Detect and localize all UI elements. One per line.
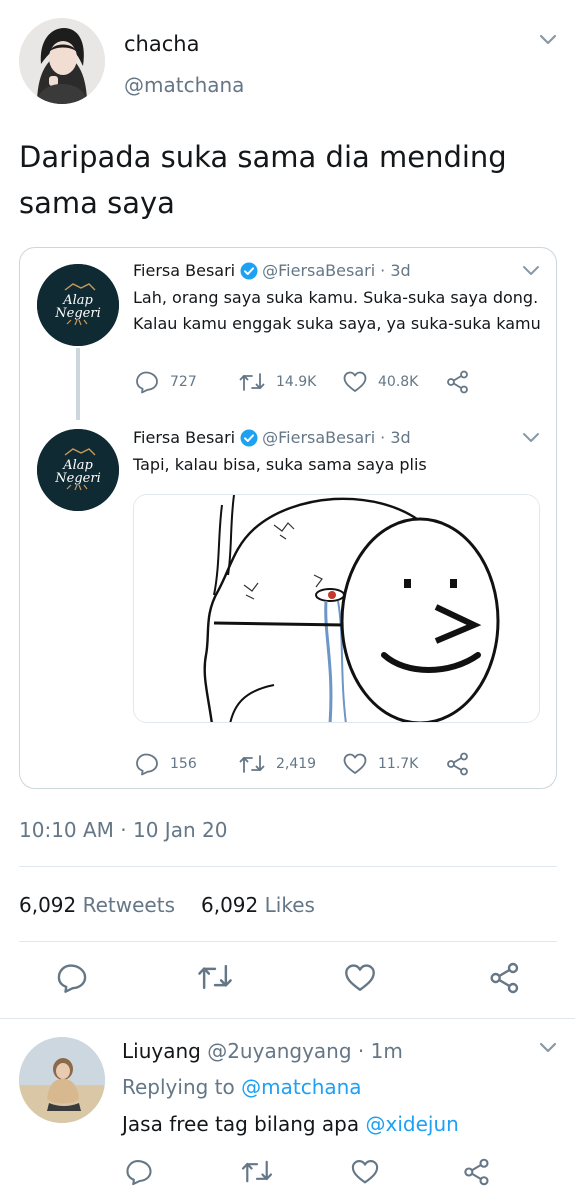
- chevron-down-icon[interactable]: [520, 264, 546, 282]
- reply-icon: [57, 964, 87, 993]
- divider: [19, 866, 557, 867]
- replying-prefix: Replying to: [122, 1075, 235, 1099]
- verified-badge-icon: [240, 429, 258, 447]
- retweets-label[interactable]: Retweets: [83, 893, 175, 917]
- reply-header: Liuyang @2uyangyang · 1m: [122, 1039, 403, 1063]
- heart-icon: [343, 753, 367, 774]
- author-avatar[interactable]: [19, 18, 105, 104]
- quoted-author-handle[interactable]: @FiersaBesari: [262, 261, 375, 280]
- quoted-tweet-1-header: Fiersa Besari @FiersaBesari · 3d: [133, 261, 411, 280]
- reply-icon: [136, 371, 158, 394]
- author-name[interactable]: chacha: [124, 32, 199, 56]
- heart-icon: [345, 964, 375, 991]
- reply-actions: [0, 1158, 575, 1194]
- engagement-stats: 6,092 Retweets 6,092 Likes: [19, 893, 315, 917]
- like-button[interactable]: [350, 1158, 380, 1190]
- avatar-logo-line2: Negeri: [54, 306, 100, 321]
- chevron-down-icon[interactable]: [536, 32, 562, 50]
- quoted-tweet-1-text: Lah, orang saya suka kamu. Suka-suka say…: [133, 288, 541, 333]
- divider: [0, 1018, 575, 1019]
- quoted-avatar[interactable]: Alap Negeri: [37, 429, 119, 511]
- reply-button[interactable]: [124, 1158, 154, 1190]
- retweet-icon: [239, 373, 265, 391]
- quoted-time: · 3d: [380, 428, 411, 447]
- chevron-down-icon[interactable]: [520, 431, 546, 449]
- likes-count[interactable]: 6,092: [201, 893, 258, 917]
- mention-link[interactable]: @xidejun: [366, 1112, 459, 1136]
- tweet-actions: [0, 962, 575, 998]
- reply-author-name[interactable]: Liuyang: [122, 1039, 201, 1063]
- quoted-time: · 3d: [380, 261, 411, 280]
- tweet-text: Daripada suka sama dia mending sama saya: [19, 140, 507, 220]
- author-handle[interactable]: @matchana: [124, 73, 244, 97]
- like-button[interactable]: [343, 962, 377, 998]
- reply-button[interactable]: 156: [134, 752, 238, 776]
- reply-count: 727: [170, 374, 197, 390]
- reply-icon: [136, 753, 158, 776]
- reply-button[interactable]: [55, 962, 89, 998]
- share-icon: [464, 1158, 489, 1186]
- avatar-logo-line2: Negeri: [54, 471, 100, 486]
- share-icon: [447, 752, 468, 776]
- reply-author-avatar[interactable]: [19, 1037, 105, 1123]
- retweet-button[interactable]: 2,419: [238, 753, 342, 775]
- like-count: 40.8K: [378, 374, 419, 390]
- retweet-button[interactable]: [240, 1158, 274, 1189]
- retweet-button[interactable]: 14.9K: [238, 371, 342, 393]
- chevron-down-icon[interactable]: [536, 1040, 562, 1058]
- reply-text: Jasa free tag bilang apa @xidejun: [122, 1112, 459, 1136]
- reply-icon: [126, 1160, 152, 1186]
- like-button[interactable]: 40.8K: [342, 370, 446, 394]
- replying-to: Replying to @matchana: [122, 1075, 362, 1099]
- thread-connector-line: [76, 348, 80, 420]
- reply-author-handle[interactable]: @2uyangyang: [207, 1039, 351, 1063]
- quoted-tweet-2-header: Fiersa Besari @FiersaBesari · 3d: [133, 428, 411, 447]
- quoted-avatar[interactable]: Alap Negeri: [37, 264, 119, 346]
- divider: [19, 941, 557, 942]
- like-count: 11.7K: [378, 756, 419, 772]
- retweet-icon: [239, 755, 265, 773]
- share-button[interactable]: [463, 1158, 491, 1190]
- quoted-author-name[interactable]: Fiersa Besari: [133, 428, 235, 447]
- reply-count: 156: [170, 756, 197, 772]
- verified-badge-icon: [240, 262, 258, 280]
- retweet-icon: [241, 1160, 273, 1183]
- quoted-tweet-2-text: Tapi, kalau bisa, suka sama saya plis: [133, 455, 427, 474]
- retweet-count: 14.9K: [276, 374, 317, 390]
- quoted-tweet-1-actions: 727 14.9K 40.8K: [134, 370, 470, 394]
- share-button[interactable]: [446, 752, 470, 776]
- retweets-count[interactable]: 6,092: [19, 893, 76, 917]
- retweet-icon: [198, 964, 232, 990]
- likes-label[interactable]: Likes: [265, 893, 315, 917]
- meme-image[interactable]: [133, 494, 540, 723]
- reply-button[interactable]: 727: [134, 370, 238, 394]
- tweet-timestamp[interactable]: 10:10 AM · 10 Jan 20: [19, 818, 227, 842]
- reply-time: · 1m: [357, 1039, 403, 1063]
- like-button[interactable]: 11.7K: [342, 752, 446, 776]
- heart-icon: [351, 1160, 379, 1184]
- heart-icon: [343, 371, 367, 392]
- share-button[interactable]: [489, 962, 521, 998]
- retweet-count: 2,419: [276, 756, 317, 772]
- replying-to-link[interactable]: @matchana: [241, 1075, 361, 1099]
- share-icon: [490, 962, 519, 994]
- quoted-tweet-2-actions: 156 2,419 11.7K: [134, 752, 470, 776]
- quoted-author-handle[interactable]: @FiersaBesari: [262, 428, 375, 447]
- share-button[interactable]: [446, 370, 470, 394]
- reply-text-body: Jasa free tag bilang apa: [122, 1112, 360, 1136]
- share-icon: [447, 370, 468, 394]
- retweet-button[interactable]: [196, 962, 234, 996]
- quoted-author-name[interactable]: Fiersa Besari: [133, 261, 235, 280]
